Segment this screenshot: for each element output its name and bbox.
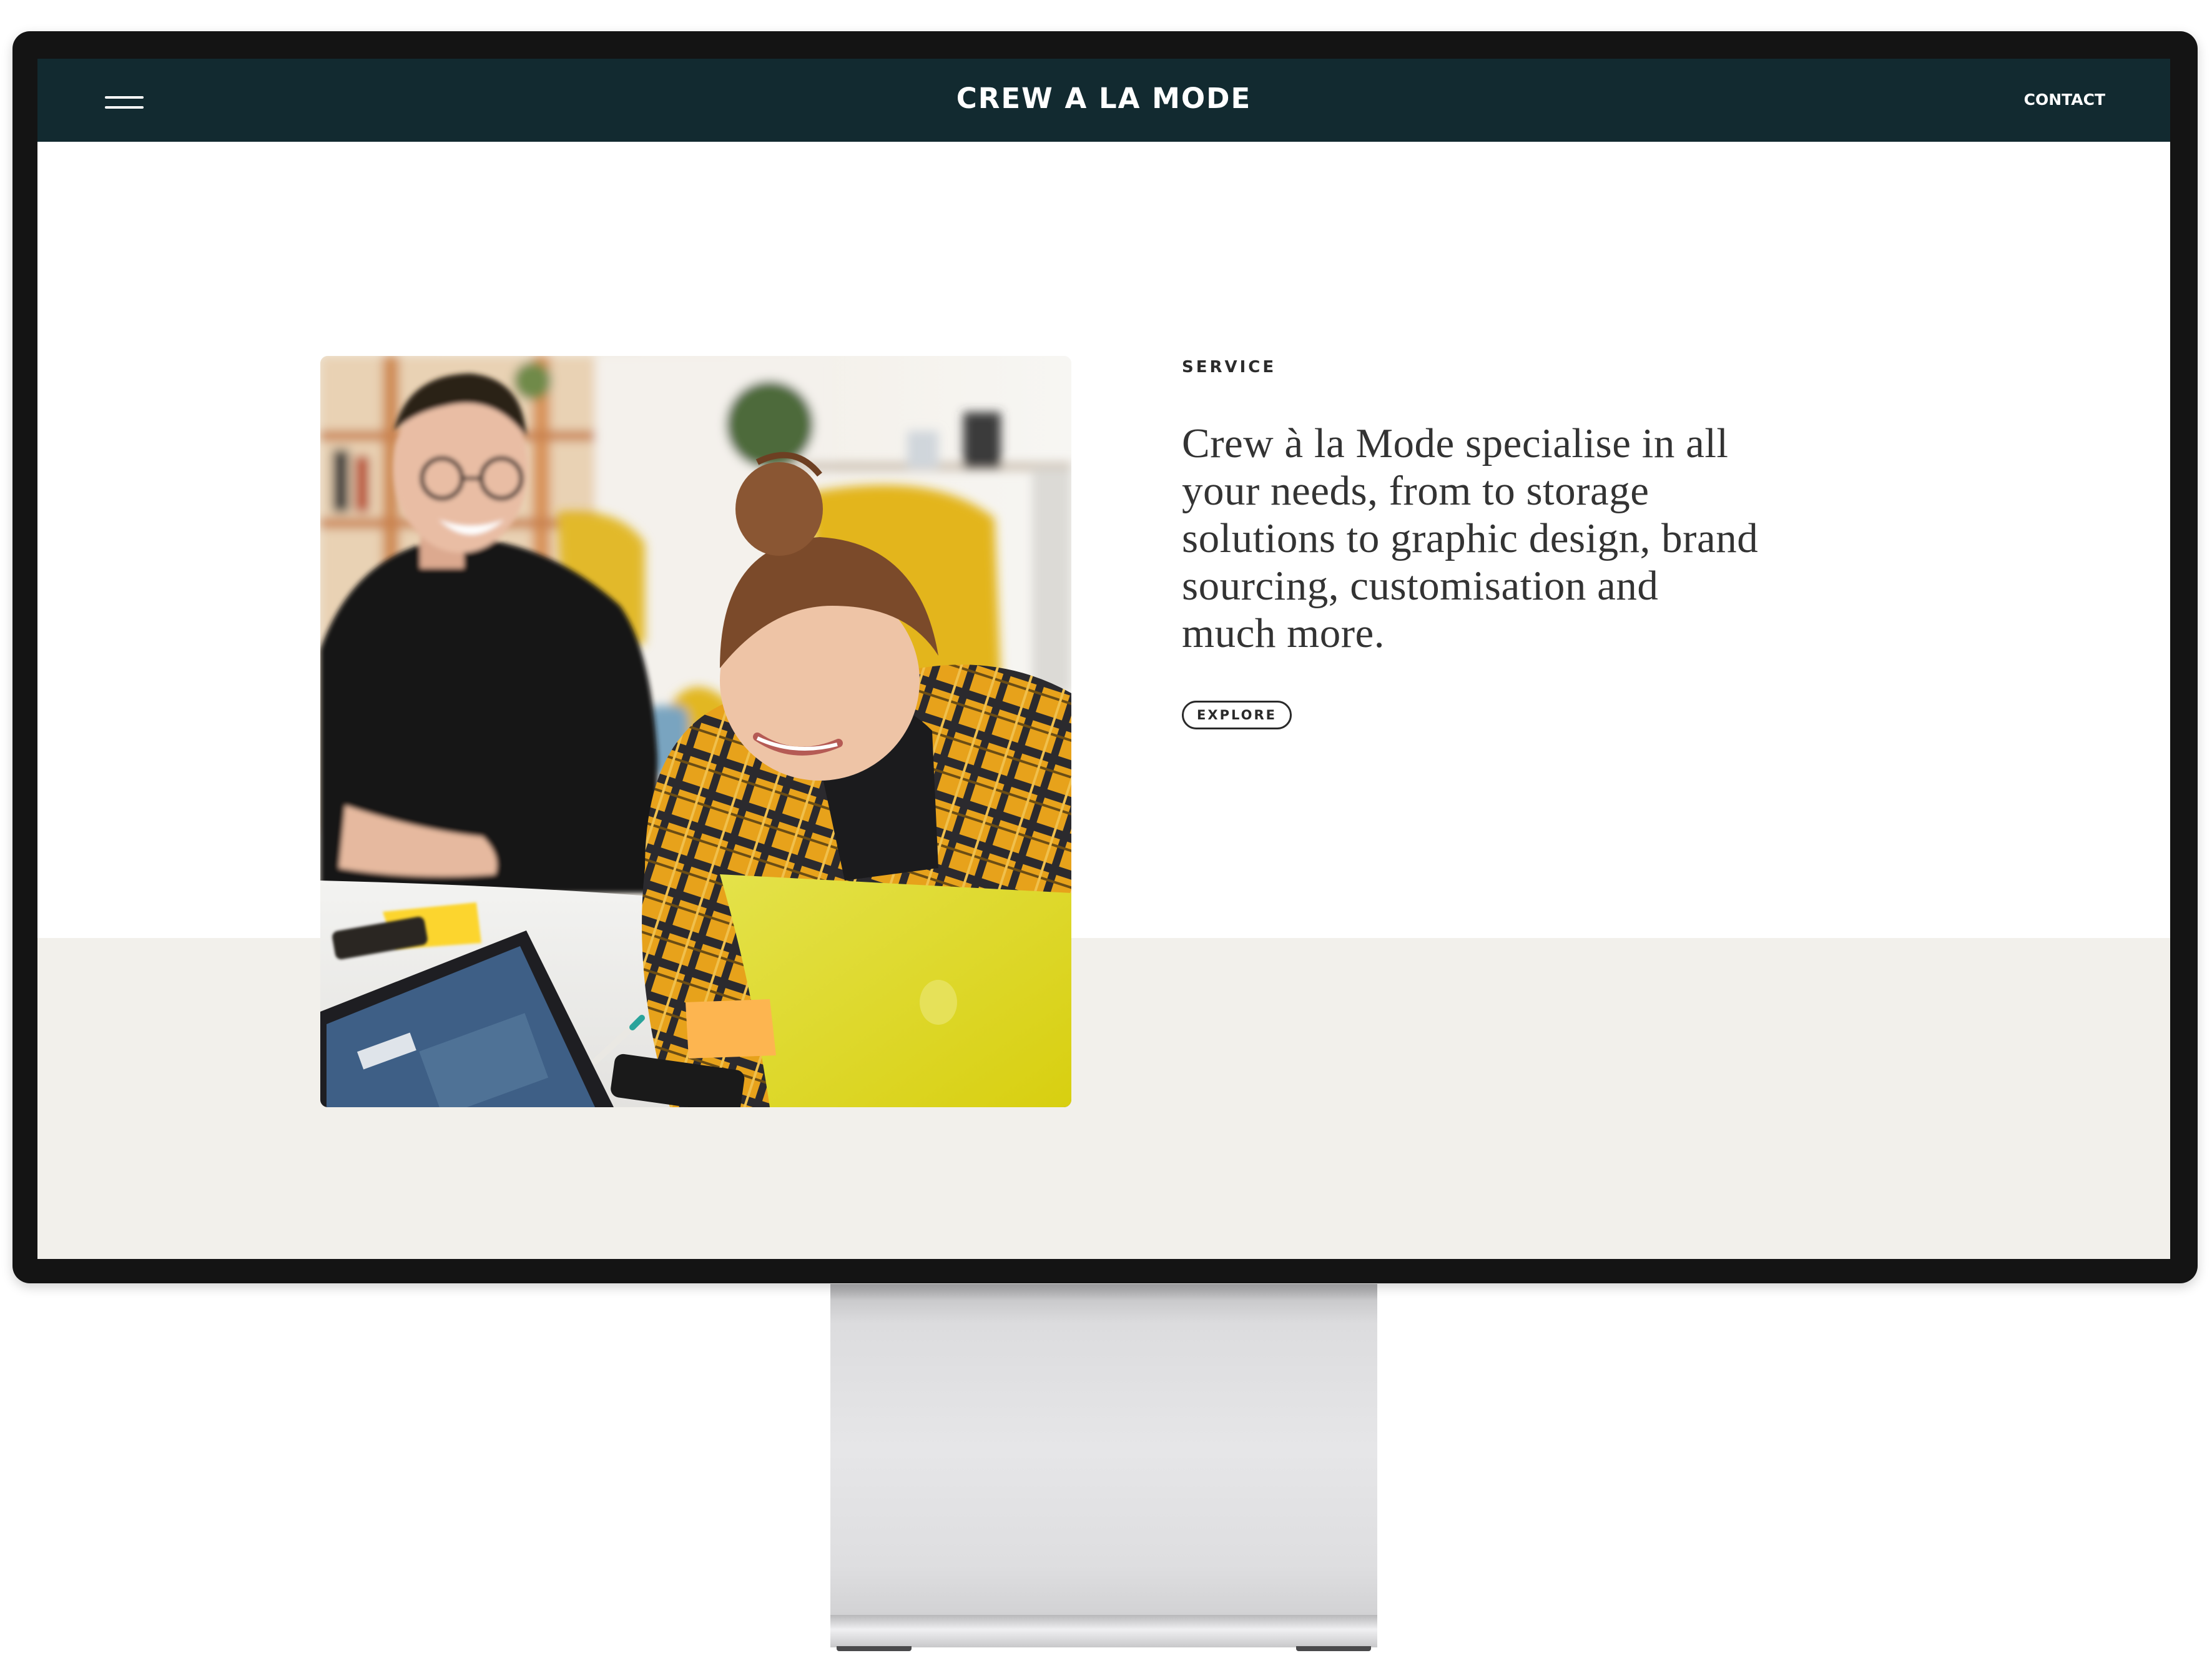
brand-logo-text[interactable]: CREW A LA MODE xyxy=(37,80,2170,117)
monitor-foot xyxy=(1296,1646,1371,1651)
team-photo xyxy=(320,356,1071,1107)
website-screen: CREW A LA MODE CONTACT SERVICE Crew à la… xyxy=(37,59,2170,1259)
team-photo-illustration xyxy=(320,356,1071,1107)
contact-link[interactable]: CONTACT xyxy=(2024,87,2105,112)
site-header: CREW A LA MODE CONTACT xyxy=(37,59,2170,142)
monitor-foot xyxy=(837,1646,912,1651)
service-eyebrow: SERVICE xyxy=(1182,358,1277,377)
monitor-stand-base xyxy=(830,1615,1377,1647)
explore-button[interactable]: EXPLORE xyxy=(1182,701,1292,729)
service-description: Crew à la Mode specialise in all your ne… xyxy=(1182,420,1759,656)
monitor-stand xyxy=(830,1284,1377,1615)
